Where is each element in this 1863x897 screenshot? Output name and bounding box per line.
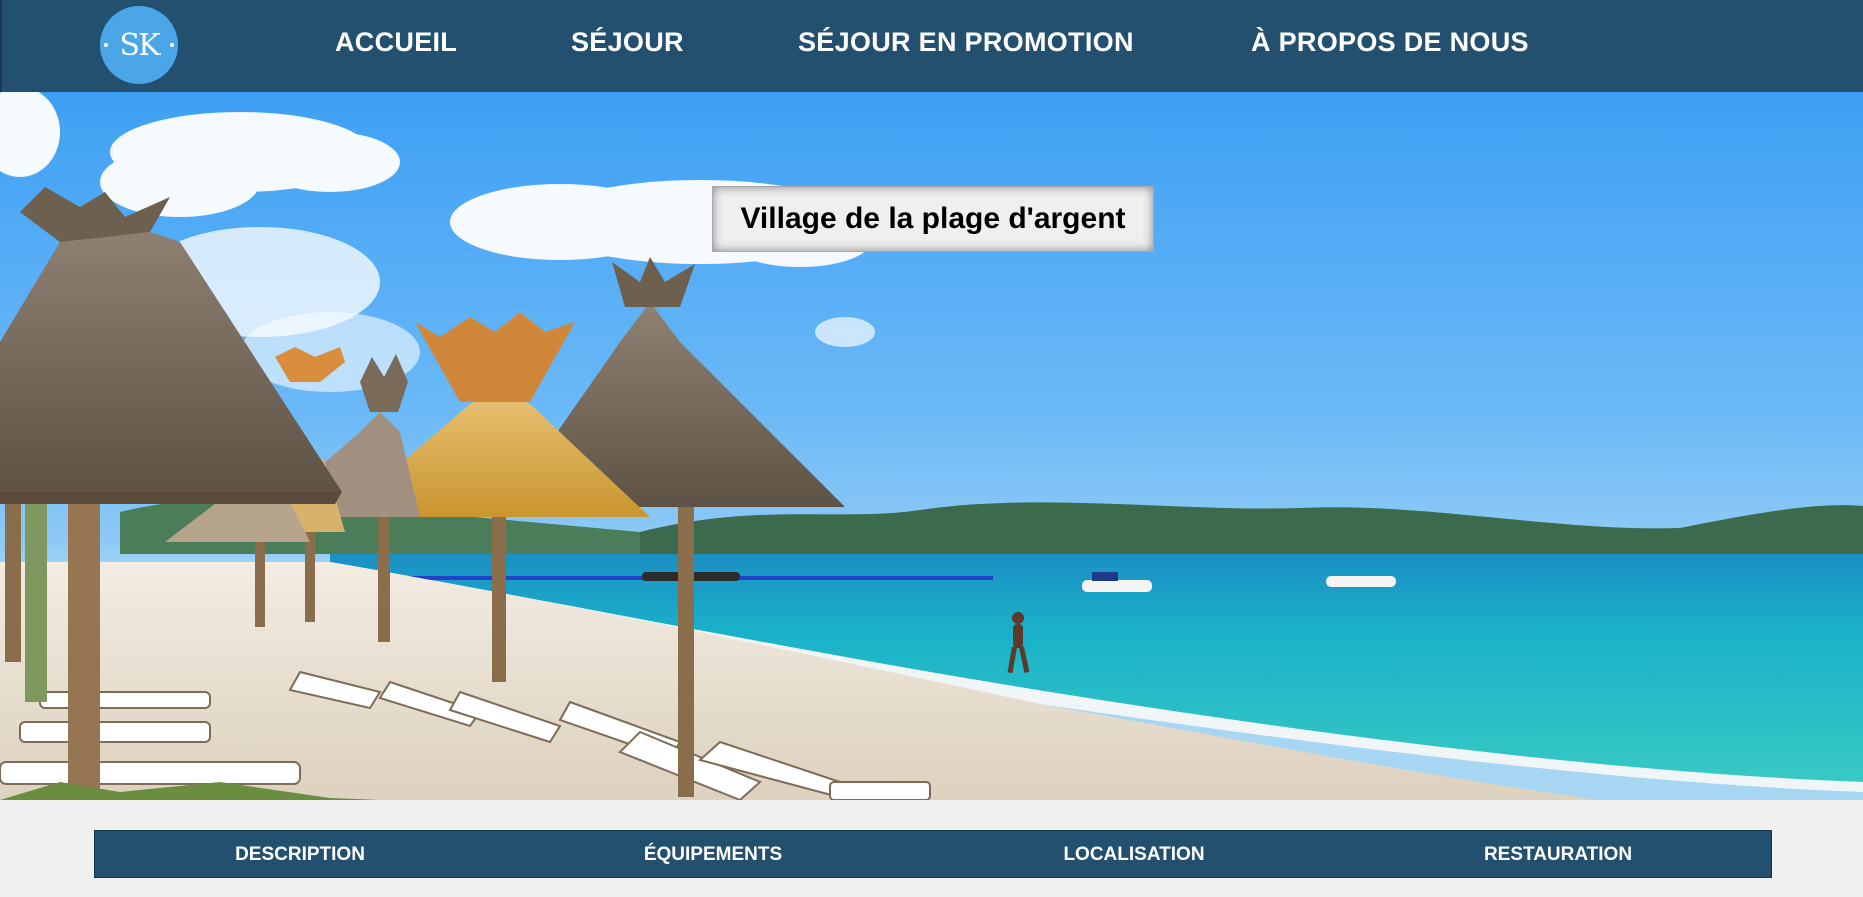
nav-link-sejour-promotion[interactable]: SÉJOUR EN PROMOTION [798,27,1134,58]
tab-restauration[interactable]: RESTAURATION [1484,844,1632,866]
tab-description[interactable]: DESCRIPTION [235,844,365,866]
section-tabs: DESCRIPTION ÉQUIPEMENTS LOCALISATION RES… [94,830,1772,878]
hero-title-box: Village de la plage d'argent [712,186,1154,252]
tab-equipements[interactable]: ÉQUIPEMENTS [644,844,782,866]
logo-dot-left [104,43,108,47]
hero-beach-image: Village de la plage d'argent [0,92,1863,800]
hero-title: Village de la plage d'argent [740,202,1126,235]
nav-link-accueil[interactable]: ACCUEIL [335,27,457,58]
site-logo[interactable]: SK [100,6,178,84]
nav-link-sejour[interactable]: SÉJOUR [571,27,684,58]
top-navigation-bar: SK ACCUEIL SÉJOUR SÉJOUR EN PROMOTION À … [0,0,1863,92]
tab-localisation[interactable]: LOCALISATION [1063,844,1204,866]
logo-monogram: SK [119,27,161,63]
nav-link-a-propos[interactable]: À PROPOS DE NOUS [1251,27,1529,58]
logo-dot-right [170,43,174,47]
